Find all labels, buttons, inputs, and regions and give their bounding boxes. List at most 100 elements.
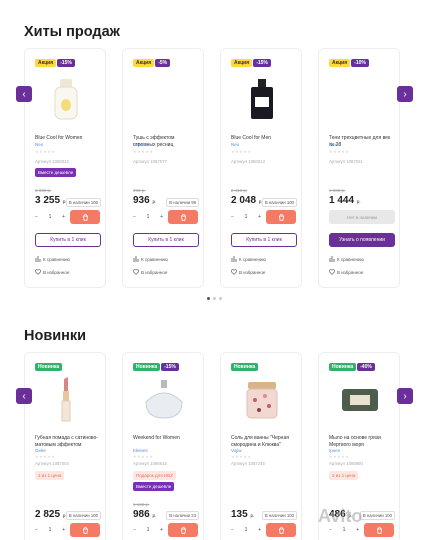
product-card[interactable]: Акция -15% Blue Cool for Women Neo ★★★★★… (24, 48, 106, 288)
price-value: 3 255 (35, 195, 61, 206)
promo-tag[interactable]: 2 из 1 цена (35, 471, 65, 480)
favorite-link[interactable]: В избранное (35, 269, 69, 275)
qty-plus-button[interactable]: + (160, 527, 163, 533)
carousel-prev-button[interactable]: ‹ (16, 388, 32, 404)
product-card[interactable]: Акция -5% Тушь с эффектом огромных ресни… (122, 48, 204, 288)
compare-link[interactable]: К сравнению (231, 256, 266, 262)
product-image[interactable] (37, 71, 95, 129)
pagination-dot[interactable] (213, 297, 216, 300)
qty-minus-button[interactable]: − (35, 527, 38, 533)
add-to-cart-button[interactable] (168, 210, 198, 224)
product-image[interactable] (233, 371, 291, 429)
qty-value[interactable]: 1 (49, 527, 52, 533)
product-image[interactable] (37, 371, 95, 429)
product-name[interactable]: Мыло на основе грязи Мертвого моря (329, 435, 393, 448)
product-card[interactable]: Акция -10% Тени трехцветные для век № 28… (318, 48, 400, 288)
cheaper-together-tag[interactable]: Вместе дешевле (133, 482, 175, 491)
product-brand[interactable]: Neo (35, 142, 43, 147)
favorite-link[interactable]: В избранное (133, 269, 167, 275)
discount-badge: -40% (357, 363, 375, 371)
product-brand[interactable]: Zeve (329, 142, 339, 147)
product-brand[interactable]: Neo (231, 142, 239, 147)
product-card[interactable]: Новинка Губная помада с сатиново-матовым… (24, 352, 106, 540)
qty-minus-button[interactable]: − (231, 214, 234, 220)
add-to-cart-button[interactable] (266, 210, 296, 224)
product-name[interactable]: Weekend for Women (133, 435, 197, 442)
qty-plus-button[interactable]: + (258, 214, 261, 220)
cheaper-together-tag[interactable]: Вместе дешевле (35, 168, 77, 177)
compare-link[interactable]: К сравнению (133, 256, 168, 262)
product-brand[interactable]: Venebe (133, 142, 148, 147)
qty-value[interactable]: 1 (147, 527, 150, 533)
new-badge: Новинка (329, 363, 357, 371)
qty-minus-button[interactable]: − (329, 527, 332, 533)
pagination-dot[interactable] (207, 297, 210, 300)
qty-minus-button[interactable]: − (35, 214, 38, 220)
heart-icon (35, 269, 41, 275)
buy-one-click-button[interactable]: Купить в 1 клик (35, 233, 101, 247)
price: 936 р. (133, 195, 156, 206)
out-of-stock-button[interactable]: Нет в наличии (329, 210, 395, 224)
promo-badge: Акция (329, 59, 351, 67)
carousel-prev-button[interactable]: ‹ (16, 86, 32, 102)
product-name[interactable]: Губная помада с сатиново-матовым эффекто… (35, 435, 99, 448)
section-title-hits: Хиты продаж (24, 24, 120, 40)
product-brand[interactable]: Kleines (133, 448, 148, 453)
product-card[interactable]: Акция -15% Blue Cool for Men Neo ★★★★★ А… (220, 48, 302, 288)
product-brand[interactable]: Vojiw (231, 448, 242, 453)
chevron-right-icon: › (403, 390, 407, 402)
qty-plus-button[interactable]: + (62, 214, 65, 220)
qty-value[interactable]: 1 (343, 527, 346, 533)
price: 2 048 р. (231, 195, 263, 206)
qty-minus-button[interactable]: − (231, 527, 234, 533)
add-to-cart-button[interactable] (168, 523, 198, 537)
favorite-link[interactable]: В избранное (329, 269, 363, 275)
product-card[interactable]: Новинка -15% Weekend for Women Kleines ★… (122, 352, 204, 540)
product-brand[interactable]: Ipoen (329, 448, 340, 453)
product-image[interactable] (331, 371, 389, 429)
qty-value[interactable]: 1 (147, 214, 150, 220)
add-to-cart-button[interactable] (266, 523, 296, 537)
new-badge: Новинка (133, 363, 161, 371)
add-to-cart-button[interactable] (364, 523, 394, 537)
qty-plus-button[interactable]: + (160, 214, 163, 220)
compare-link[interactable]: К сравнению (35, 256, 70, 262)
rating-stars: ★★★★★ (329, 454, 350, 459)
add-to-cart-button[interactable] (70, 523, 100, 537)
quantity-stepper: − 1 + (231, 524, 261, 536)
qty-value[interactable]: 1 (245, 527, 248, 533)
qty-minus-button[interactable]: − (133, 527, 136, 533)
price-value: 1 444 (329, 195, 355, 206)
quantity-stepper: − 1 + (133, 524, 163, 536)
product-brand[interactable]: Geke (35, 448, 46, 453)
product-image[interactable] (135, 371, 193, 429)
product-image[interactable] (233, 71, 291, 129)
buy-one-click-button[interactable]: Купить в 1 клик (133, 233, 199, 247)
qty-value[interactable]: 1 (245, 214, 248, 220)
product-image[interactable] (331, 71, 389, 129)
product-name[interactable]: Blue Cool for Men (231, 135, 295, 142)
add-to-cart-button[interactable] (70, 210, 100, 224)
promo-tag[interactable]: 2 из 1 цена (329, 471, 359, 480)
product-image[interactable] (135, 71, 193, 129)
notify-button[interactable]: Узнать о появлении (329, 233, 395, 247)
qty-minus-button[interactable]: − (133, 214, 136, 220)
price-value: 135 (231, 509, 248, 520)
new-badge: Новинка (35, 363, 63, 371)
cart-icon (278, 526, 284, 534)
pagination-dot[interactable] (219, 297, 222, 300)
product-name[interactable]: Blue Cool for Women (35, 135, 99, 142)
gift-tag[interactable]: Подарок для HBZ (133, 471, 176, 480)
product-name[interactable]: Соль для ванны "Черная смородина и Клюкв… (231, 435, 295, 448)
product-card[interactable]: Новинка Соль для ванны "Черная смородина… (220, 352, 302, 540)
favorite-link[interactable]: В избранное (231, 269, 265, 275)
qty-plus-button[interactable]: + (356, 527, 359, 533)
buy-one-click-button[interactable]: Купить в 1 клик (231, 233, 297, 247)
carousel-next-button[interactable]: › (397, 86, 413, 102)
qty-plus-button[interactable]: + (62, 527, 65, 533)
carousel-next-button[interactable]: › (397, 388, 413, 404)
price: 135 р. (231, 509, 254, 520)
compare-link[interactable]: К сравнению (329, 256, 364, 262)
qty-plus-button[interactable]: + (258, 527, 261, 533)
qty-value[interactable]: 1 (49, 214, 52, 220)
